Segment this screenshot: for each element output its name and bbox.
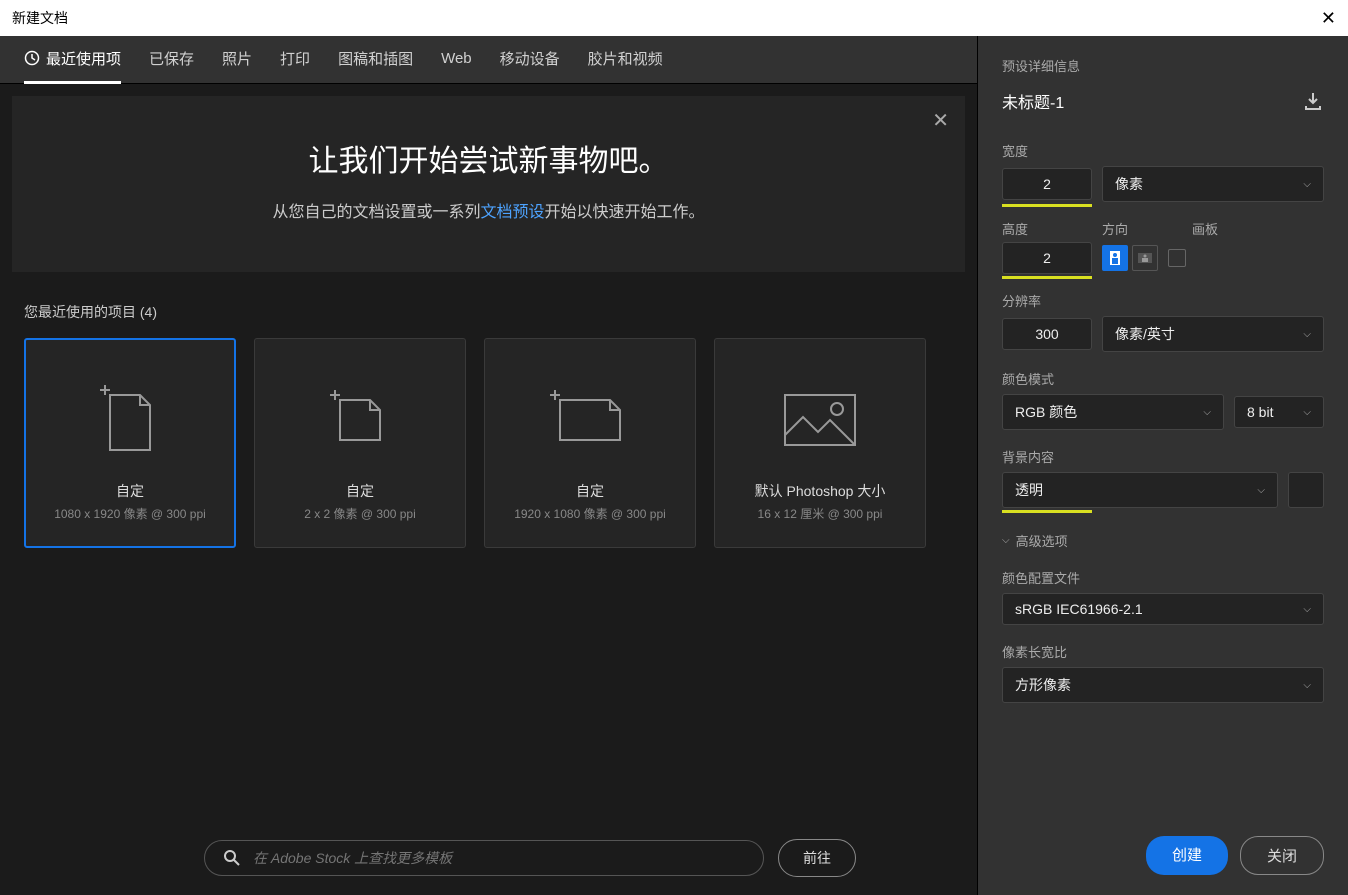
preset-grid: 自定 1080 x 1920 像素 @ 300 ppi 自定 2 x 2 像素 … xyxy=(0,328,977,558)
width-unit-select[interactable]: 像素⌵ xyxy=(1102,166,1324,202)
tab-recent[interactable]: 最近使用项 xyxy=(24,36,121,84)
color-profile-label: 颜色配置文件 xyxy=(1002,568,1324,587)
presets-link[interactable]: 文档预设 xyxy=(480,204,544,221)
color-mode-select[interactable]: RGB 颜色⌵ xyxy=(1002,394,1224,430)
bit-depth-select[interactable]: 8 bit⌵ xyxy=(1234,396,1324,428)
tab-web[interactable]: Web xyxy=(441,36,472,84)
width-label: 宽度 xyxy=(1002,141,1324,160)
preset-sub: 16 x 12 厘米 @ 300 ppi xyxy=(758,505,883,522)
resolution-input[interactable] xyxy=(1002,318,1092,350)
panel-title: 预设详细信息 xyxy=(1002,56,1324,75)
image-icon xyxy=(775,365,865,475)
close-button[interactable]: 关闭 xyxy=(1240,836,1324,875)
highlight-line xyxy=(1002,204,1092,207)
preset-name: 自定 xyxy=(346,481,374,501)
save-preset-icon[interactable] xyxy=(1302,90,1324,112)
hero-close-icon[interactable]: ✕ xyxy=(932,108,949,133)
color-profile-select[interactable]: sRGB IEC61966-2.1⌵ xyxy=(1002,593,1324,625)
tab-mobile[interactable]: 移动设备 xyxy=(500,36,560,84)
preset-name: 自定 xyxy=(116,481,144,501)
chevron-down-icon: ⌵ xyxy=(1002,535,1010,546)
preset-name: 默认 Photoshop 大小 xyxy=(755,481,886,501)
chevron-down-icon: ⌵ xyxy=(1303,680,1311,691)
tab-print[interactable]: 打印 xyxy=(280,36,310,84)
resolution-label: 分辨率 xyxy=(1002,291,1324,310)
tab-saved[interactable]: 已保存 xyxy=(149,36,194,84)
landscape-doc-icon xyxy=(545,365,635,475)
tab-recent-label: 最近使用项 xyxy=(46,48,121,69)
preset-item[interactable]: 自定 1920 x 1080 像素 @ 300 ppi xyxy=(484,338,696,548)
highlight-line xyxy=(1002,276,1092,279)
clock-icon xyxy=(24,50,40,66)
close-icon[interactable]: ✕ xyxy=(1321,8,1336,29)
chevron-down-icon: ⌵ xyxy=(1303,179,1311,190)
artboard-label: 画板 xyxy=(1192,219,1242,238)
tab-photo[interactable]: 照片 xyxy=(222,36,252,84)
advanced-toggle[interactable]: ⌵ 高级选项 xyxy=(1002,531,1324,550)
chevron-down-icon: ⌵ xyxy=(1303,329,1311,340)
preset-name: 自定 xyxy=(576,481,604,501)
hero-banner: ✕ 让我们开始尝试新事物吧。 从您自己的文档设置或一系列文档预设开始以快速开始工… xyxy=(12,96,965,272)
hero-title: 让我们开始尝试新事物吧。 xyxy=(52,136,925,180)
resolution-unit-select[interactable]: 像素/英寸⌵ xyxy=(1102,316,1324,352)
search-icon xyxy=(223,849,241,867)
chevron-down-icon: ⌵ xyxy=(1203,407,1211,418)
background-label: 背景内容 xyxy=(1002,447,1324,466)
recent-items-label: 您最近使用的项目 (4) xyxy=(0,284,977,328)
chevron-down-icon: ⌵ xyxy=(1303,604,1311,615)
doc-name[interactable]: 未标题-1 xyxy=(1002,89,1064,113)
pixel-aspect-label: 像素长宽比 xyxy=(1002,642,1324,661)
orientation-landscape-button[interactable] xyxy=(1132,245,1158,271)
orientation-portrait-button[interactable] xyxy=(1102,245,1128,271)
height-input[interactable] xyxy=(1002,242,1092,274)
search-input[interactable] xyxy=(253,850,745,866)
preset-sub: 1920 x 1080 像素 @ 300 ppi xyxy=(514,505,666,522)
hero-subtitle: 从您自己的文档设置或一系列文档预设开始以快速开始工作。 xyxy=(52,198,925,222)
chevron-down-icon: ⌵ xyxy=(1257,485,1265,496)
height-label: 高度 xyxy=(1002,219,1092,238)
go-button[interactable]: 前往 xyxy=(778,839,856,877)
preset-item[interactable]: 自定 1080 x 1920 像素 @ 300 ppi xyxy=(24,338,236,548)
window-title: 新建文档 xyxy=(12,8,68,28)
chevron-down-icon: ⌵ xyxy=(1303,407,1311,418)
category-tabs: 最近使用项 已保存 照片 打印 图稿和插图 Web 移动设备 胶片和视频 xyxy=(0,36,977,84)
tab-film[interactable]: 胶片和视频 xyxy=(588,36,663,84)
preset-details-panel: 预设详细信息 未标题-1 宽度 像素⌵ 高度 方向 画板 xyxy=(978,36,1348,895)
titlebar: 新建文档 ✕ xyxy=(0,0,1348,36)
preset-item[interactable]: 自定 2 x 2 像素 @ 300 ppi xyxy=(254,338,466,548)
background-color-swatch[interactable] xyxy=(1288,472,1324,508)
pixel-aspect-select[interactable]: 方形像素⌵ xyxy=(1002,667,1324,703)
portrait-doc-icon xyxy=(95,365,165,475)
square-doc-icon xyxy=(325,365,395,475)
tab-art[interactable]: 图稿和插图 xyxy=(338,36,413,84)
width-input[interactable] xyxy=(1002,168,1092,200)
highlight-line xyxy=(1002,510,1092,513)
preset-sub: 1080 x 1920 像素 @ 300 ppi xyxy=(54,505,206,522)
artboard-checkbox[interactable] xyxy=(1168,249,1186,267)
color-mode-label: 颜色模式 xyxy=(1002,369,1324,388)
preset-sub: 2 x 2 像素 @ 300 ppi xyxy=(304,505,416,522)
create-button[interactable]: 创建 xyxy=(1146,836,1228,875)
stock-search[interactable] xyxy=(204,840,764,876)
preset-item[interactable]: 默认 Photoshop 大小 16 x 12 厘米 @ 300 ppi xyxy=(714,338,926,548)
background-select[interactable]: 透明⌵ xyxy=(1002,472,1278,508)
orientation-label: 方向 xyxy=(1102,219,1182,238)
